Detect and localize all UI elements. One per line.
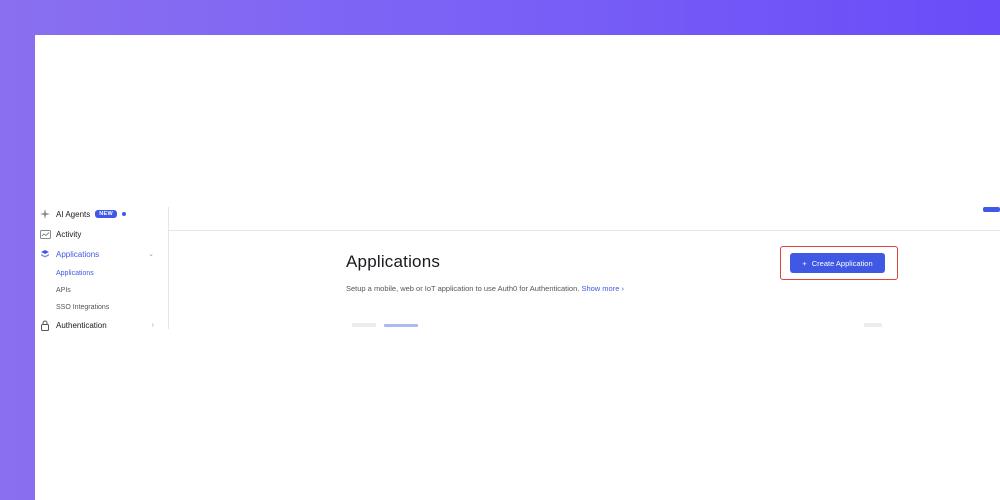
sidebar-subitem-label: SSO Integrations	[56, 303, 110, 311]
sidebar-item-label: Activity	[56, 229, 82, 239]
row-menu-button[interactable]	[864, 323, 882, 327]
app-name	[384, 324, 418, 327]
sidebar-subitem-sso-integrations[interactable]: SSO Integrations	[56, 300, 109, 314]
header-divider	[169, 230, 1000, 231]
sidebar-subitem-applications[interactable]: Applications	[56, 266, 94, 280]
sidebar-item-activity[interactable]: Activity	[35, 225, 160, 243]
sidebar-item-authentication[interactable]: Authentication ›	[35, 316, 160, 334]
sidebar-item-ai-agents[interactable]: AI Agents NEW	[35, 205, 160, 223]
chevron-right-icon[interactable]: ›	[152, 322, 154, 329]
chevron-down-icon[interactable]: ⌄	[148, 250, 154, 258]
notification-dot	[121, 212, 126, 216]
create-application-button[interactable]: + Create Application	[790, 253, 885, 273]
sidebar-item-label: AI Agents	[56, 209, 91, 219]
sidebar-divider	[168, 207, 169, 329]
page-subtitle: Setup a mobile, web or IoT application t…	[346, 284, 624, 293]
sidebar-subitem-label: APIs	[56, 286, 71, 294]
create-application-label: Create Application	[811, 258, 873, 268]
sidebar-item-applications[interactable]: Applications ⌄	[35, 245, 160, 263]
new-badge: NEW	[95, 210, 117, 218]
app-window: AI Agents NEW Activity Applications ⌄ Ap…	[35, 35, 1000, 500]
sidebar-subitem-apis[interactable]: APIs	[56, 283, 71, 297]
plus-icon: +	[802, 258, 807, 268]
show-more-link[interactable]: Show more ›	[581, 284, 624, 293]
activity-icon	[39, 228, 51, 240]
subtitle-text: Setup a mobile, web or IoT application t…	[346, 284, 580, 293]
list-item[interactable]	[352, 323, 882, 327]
app-thumbnail	[352, 323, 376, 327]
page-title: Applications	[346, 252, 441, 271]
sidebar: AI Agents NEW Activity Applications ⌄ Ap…	[35, 205, 169, 331]
sidebar-subitem-label: Applications	[56, 269, 94, 277]
header-accent-bar	[983, 207, 1000, 212]
sidebar-item-label: Applications	[56, 249, 100, 259]
sidebar-item-label: Authentication	[56, 320, 107, 330]
layers-icon	[39, 248, 51, 260]
sparkle-icon	[39, 208, 51, 220]
lock-user-icon	[39, 319, 51, 331]
